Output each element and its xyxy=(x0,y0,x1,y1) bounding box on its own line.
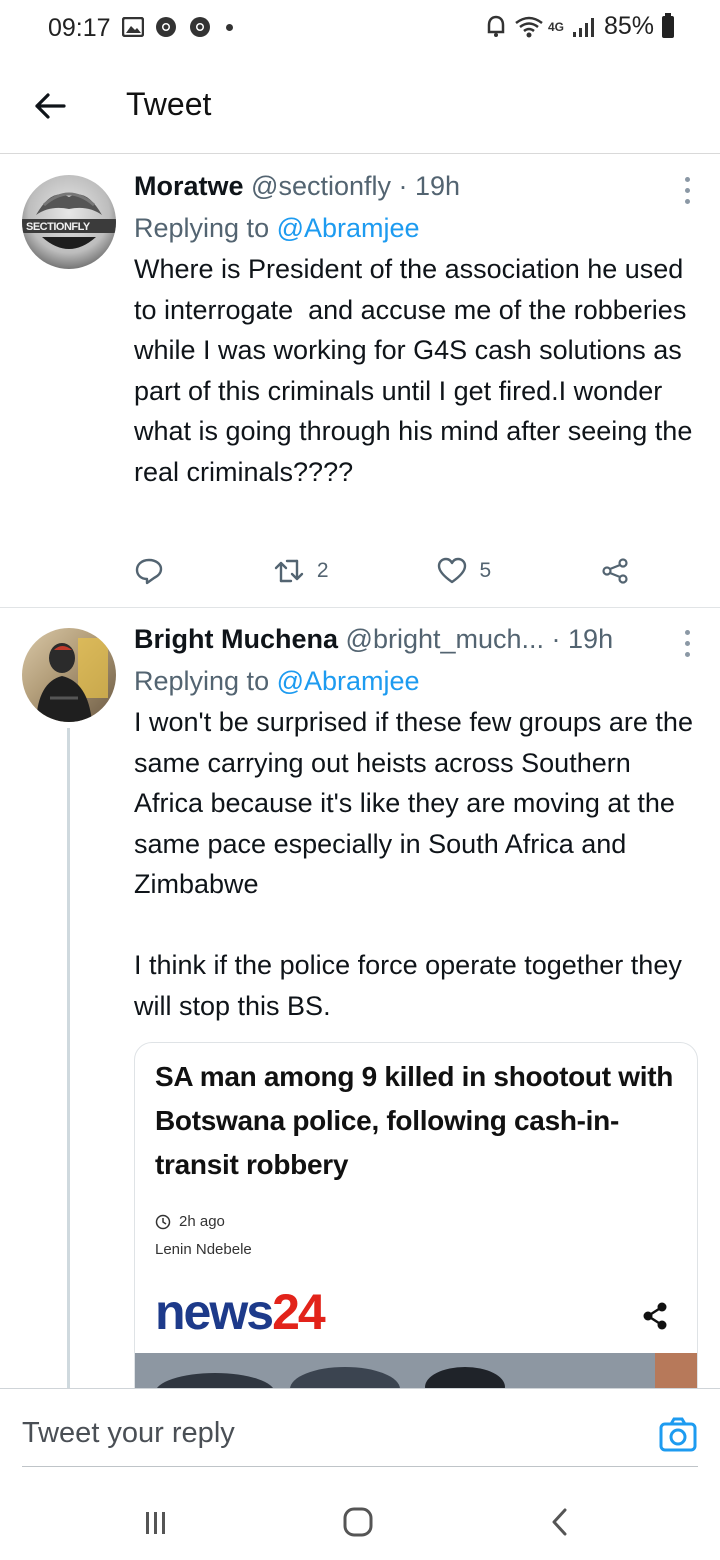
tweet-body: Bright Muchena @bright_much... · 19h Rep… xyxy=(134,622,698,1026)
back-button[interactable] xyxy=(30,86,70,126)
comment-icon xyxy=(135,558,163,585)
arrow-left-icon xyxy=(35,93,66,119)
share-icon xyxy=(602,558,628,584)
link-preview-card[interactable]: SA man among 9 killed in shootout with B… xyxy=(134,1042,698,1442)
chevron-left-icon xyxy=(552,1508,567,1536)
battery-percent: 85% xyxy=(603,12,654,40)
network-type: 4G xyxy=(547,19,564,34)
camera-button[interactable] xyxy=(658,1415,698,1455)
home-button[interactable] xyxy=(338,1502,378,1542)
home-icon xyxy=(343,1507,373,1537)
share-icon xyxy=(643,1302,667,1330)
status-time: 09:17 xyxy=(48,14,111,42)
replying-to-label: Replying to xyxy=(134,666,277,696)
recent-apps-button[interactable] xyxy=(136,1502,176,1542)
tweet-time: · 19h xyxy=(551,624,614,654)
replying-to: Replying to @Abramjee xyxy=(134,664,698,698)
status-bar: 09:17 4G 85% xyxy=(0,0,720,56)
heart-icon xyxy=(438,557,467,584)
gallery-icon xyxy=(122,17,144,37)
camera-icon xyxy=(659,1417,697,1452)
tweet-text: Where is President of the association he… xyxy=(134,254,700,487)
clock-icon xyxy=(155,1214,171,1229)
signal-icon xyxy=(572,17,594,37)
notification-icons xyxy=(122,15,233,39)
mention-link[interactable]: @Abramjee xyxy=(277,666,420,696)
card-share-button[interactable] xyxy=(641,1301,669,1336)
avatar-text: SECTIONFLY xyxy=(26,221,90,233)
user-handle[interactable]: @bright_much... xyxy=(346,624,545,654)
tweet[interactable]: Bright Muchena @bright_much... · 19h Rep… xyxy=(0,608,720,1442)
avatar-image xyxy=(36,638,108,722)
display-name[interactable]: Bright Muchena xyxy=(134,624,338,654)
system-icons: 4G 85% xyxy=(486,12,674,41)
avatar[interactable]: SECTIONFLY xyxy=(22,175,116,269)
display-name[interactable]: Moratwe xyxy=(134,171,244,201)
replying-to: Replying to @Abramjee xyxy=(134,211,698,245)
tweet-text: I won't be surprised if these few groups… xyxy=(134,707,693,1021)
tweet-meta: Bright Muchena @bright_much... · 19h xyxy=(134,622,698,656)
page-title: Tweet xyxy=(126,86,212,122)
share-button[interactable] xyxy=(600,557,630,585)
chrome-icon xyxy=(190,17,210,37)
news24-logo: news 24 xyxy=(155,1281,326,1340)
chrome-icon xyxy=(156,17,176,37)
alarm-icon xyxy=(487,15,505,37)
avatar[interactable] xyxy=(22,628,116,722)
tweet-actions: 2 5 xyxy=(134,551,630,591)
recent-apps-icon xyxy=(146,1512,165,1534)
system-nav-bar xyxy=(0,1480,720,1560)
retweet-icon xyxy=(274,559,304,583)
system-back-button[interactable] xyxy=(540,1502,580,1542)
reply-input[interactable] xyxy=(22,1417,582,1450)
app-header: Tweet xyxy=(0,56,720,154)
logo-part-news: news xyxy=(155,1284,274,1340)
reply-underline xyxy=(22,1466,698,1467)
user-handle[interactable]: @sectionfly xyxy=(251,171,391,201)
more-notifications-dot xyxy=(226,23,233,31)
card-author: Lenin Ndebele xyxy=(155,1241,252,1258)
card-title[interactable]: SA man among 9 killed in shootout with B… xyxy=(155,1055,685,1187)
like-button[interactable]: 5 xyxy=(437,557,491,585)
retweet-button[interactable]: 2 xyxy=(273,557,329,585)
reply-button[interactable] xyxy=(134,557,164,585)
tweet-meta: Moratwe @sectionfly · 19h xyxy=(134,169,698,203)
tweet-time: · 19h xyxy=(398,171,461,201)
thread-line xyxy=(67,728,70,1388)
tweet-body: Moratwe @sectionfly · 19h Replying to @A… xyxy=(134,169,698,492)
mention-link[interactable]: @Abramjee xyxy=(277,213,420,243)
card-time-text: 2h ago xyxy=(179,1213,225,1230)
like-count: 5 xyxy=(479,559,492,582)
card-timestamp: 2h ago xyxy=(155,1213,225,1230)
retweet-count: 2 xyxy=(316,559,329,582)
battery-icon xyxy=(662,12,674,38)
replying-to-label: Replying to xyxy=(134,213,277,243)
wifi-icon xyxy=(515,16,543,37)
tweet[interactable]: SECTIONFLY Moratwe @sectionfly · 19h Rep… xyxy=(0,155,720,607)
logo-part-24: 24 xyxy=(272,1284,326,1340)
